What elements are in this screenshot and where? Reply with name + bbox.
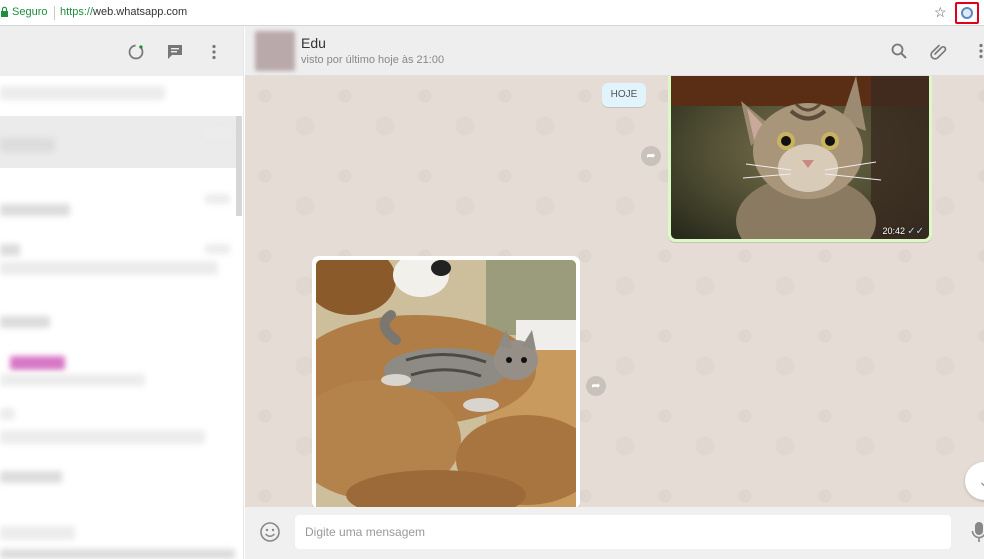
list-item[interactable] [0,471,62,483]
scroll-down-button[interactable]: ⌄ [965,462,984,500]
incoming-image-message[interactable] [312,256,580,509]
scrollbar[interactable] [236,116,242,216]
url-host: web.whatsapp.com [93,6,188,18]
contact-name[interactable]: Edu [301,35,326,51]
browser-address-bar: Seguro https://web.whatsapp.com ☆ [0,0,984,26]
status-icon[interactable] [127,43,145,61]
list-item[interactable] [0,204,70,216]
list-item-blur [0,138,55,152]
kitten-photo[interactable] [316,260,576,509]
emoji-icon[interactable] [259,521,281,543]
secure-label: Seguro [12,6,48,18]
forward-icon[interactable]: ➦ [586,376,606,396]
star-icon[interactable]: ☆ [934,5,947,19]
message-area[interactable]: HOJE ➦ 20:42 ✓✓ ➦ ⌄ [245,76,984,509]
extension-icon[interactable] [955,2,979,24]
list-item-blur [205,244,230,254]
list-item-blur [0,549,235,559]
date-divider: HOJE [602,83,646,107]
list-item-blur [0,374,145,386]
url-field[interactable]: https://web.whatsapp.com [60,6,187,18]
list-item-blur [205,194,230,204]
list-item-blur [0,261,218,275]
outgoing-image-message[interactable]: 20:42 ✓✓ [668,76,932,242]
forward-icon[interactable]: ➦ [641,146,661,166]
list-item-blur [0,430,205,444]
list-item[interactable] [0,316,50,328]
read-receipt-icon: ✓✓ [907,226,924,237]
list-item[interactable] [10,356,65,370]
message-input[interactable] [295,515,951,549]
search-icon[interactable] [890,42,908,60]
url-scheme: https:// [60,6,94,18]
menu-icon[interactable] [972,42,984,60]
chat-list-panel [0,26,244,559]
mic-icon[interactable] [971,521,984,543]
message-composer [245,507,984,559]
list-item[interactable] [0,408,15,420]
avatar[interactable] [255,31,295,71]
address-divider [54,6,55,20]
lock-icon [1,6,8,17]
message-time: 20:42 [882,226,905,236]
list-item-blur [205,128,230,138]
left-panel-header [0,26,243,76]
contact-status: visto por último hoje às 21:00 [301,54,445,66]
chat-pane: Edu visto por último hoje às 21:00 HOJE … [245,26,984,559]
cat-photo[interactable] [671,76,929,239]
attach-icon[interactable] [930,42,948,60]
new-chat-icon[interactable] [166,43,184,61]
list-item[interactable] [0,526,75,540]
menu-icon[interactable] [205,43,223,61]
list-item[interactable] [0,244,20,256]
list-item[interactable] [0,86,165,100]
chat-list[interactable] [0,76,243,559]
chat-header[interactable]: Edu visto por último hoje às 21:00 [245,26,984,76]
